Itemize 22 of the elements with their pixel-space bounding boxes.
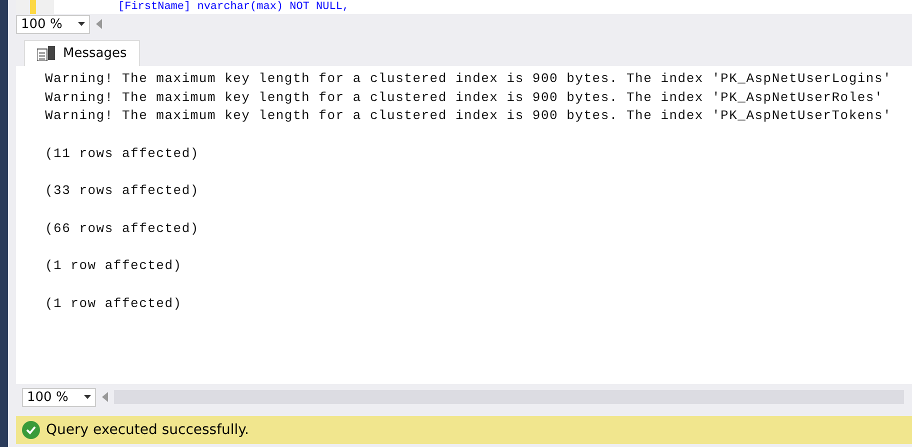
messages-tab[interactable]: Messages — [24, 40, 140, 66]
result-message: (11 rows affected) — [45, 144, 200, 162]
zoom-value: 100 % — [27, 390, 68, 404]
status-text: Query executed successfully. — [46, 422, 249, 438]
check-icon — [22, 421, 40, 439]
result-message: (33 rows affected) — [45, 182, 200, 200]
result-message: (1 row affected) — [45, 257, 183, 275]
scroll-left-icon[interactable] — [96, 19, 102, 29]
document-icon — [37, 46, 55, 61]
caret-icon — [78, 22, 85, 26]
warning-message: Warning! The maximum key length for a clustered index is 900 bytes. The index 'PK_AspNetUserTokens' — [45, 107, 893, 125]
caret-icon — [84, 395, 91, 399]
zoom-dropdown[interactable]: 100 % — [16, 14, 90, 34]
result-message: (66 rows affected) — [45, 220, 200, 238]
warning-message: Warning! The maximum key length for a clustered index is 900 bytes. The index 'PK_AspNetUserLogins' — [45, 70, 893, 88]
zoom-dropdown[interactable]: 100 % — [22, 388, 96, 406]
code-line: [FirstName] nvarchar(max) NOT NULL, — [118, 0, 350, 14]
change-marker — [30, 0, 36, 14]
scroll-left-icon[interactable] — [102, 392, 108, 402]
warning-message: Warning! The maximum key length for a clustered index is 900 bytes. The index 'PK_AspNetUserRoles' — [45, 88, 884, 106]
zoom-value: 100 % — [21, 16, 62, 32]
result-message: (1 row affected) — [45, 294, 183, 312]
